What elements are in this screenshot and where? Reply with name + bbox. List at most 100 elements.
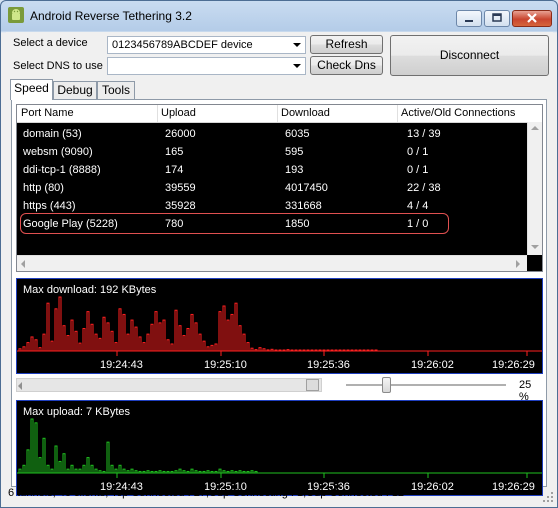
upload-bar <box>46 464 50 474</box>
download-bar <box>122 313 126 352</box>
column-divider[interactable] <box>397 105 398 122</box>
download-bar <box>298 349 302 352</box>
minimize-button[interactable] <box>456 10 482 27</box>
maximize-icon <box>492 13 502 22</box>
tab-speed[interactable]: Speed <box>10 79 53 100</box>
upload-time-label: 19:26:29 <box>492 481 535 493</box>
column-header-connections[interactable]: Active/Old Connections <box>401 107 515 119</box>
maximize-button[interactable] <box>484 10 510 27</box>
download-bar <box>322 349 326 352</box>
upload-bar <box>234 470 238 474</box>
column-divider[interactable] <box>277 105 278 122</box>
download-bar <box>162 319 166 352</box>
table-cell: 4 / 4 <box>407 200 429 212</box>
upload-bar <box>206 470 210 474</box>
tab-debug[interactable]: Debug <box>53 81 97 99</box>
upload-time-label: 19:26:02 <box>411 481 454 493</box>
table-row[interactable]: http (80) 39559 4017450 22 / 38 <box>17 180 527 198</box>
download-time-label: 19:24:43 <box>100 359 143 371</box>
upload-bar <box>102 470 106 474</box>
zoom-slider-track[interactable] <box>346 384 506 386</box>
vertical-scrollbar[interactable] <box>527 122 542 255</box>
disconnect-button[interactable]: Disconnect <box>390 35 549 76</box>
download-bar <box>102 316 106 352</box>
download-bar <box>230 313 234 352</box>
download-bar <box>138 336 142 352</box>
upload-bar <box>130 468 134 474</box>
upload-bar <box>218 468 222 474</box>
close-button[interactable] <box>512 10 552 27</box>
column-header-download[interactable]: Download <box>281 107 330 119</box>
download-bar <box>18 348 22 352</box>
scroll-down-icon[interactable] <box>531 245 539 249</box>
upload-bar <box>226 470 230 474</box>
upload-bar <box>34 422 38 474</box>
table-row[interactable]: websm (9090) 165 595 0 / 1 <box>17 144 527 162</box>
upload-bar <box>38 457 42 474</box>
scroll-left-icon[interactable] <box>18 382 22 390</box>
chart-scrollbar[interactable] <box>16 378 322 392</box>
download-bar <box>118 308 122 352</box>
scroll-left-icon[interactable] <box>21 260 25 268</box>
zoom-slider-thumb[interactable] <box>382 377 391 393</box>
download-bar <box>286 349 290 352</box>
download-bar <box>82 328 86 352</box>
table-cell: 165 <box>165 146 184 158</box>
scroll-up-icon[interactable] <box>531 126 539 130</box>
chart-scrollbar-thumb[interactable] <box>306 379 319 391</box>
download-bar <box>94 333 98 352</box>
column-divider[interactable] <box>157 105 158 122</box>
download-bar <box>238 325 242 352</box>
download-bar <box>318 349 322 352</box>
scroll-right-icon[interactable] <box>516 260 520 268</box>
download-bar <box>54 308 58 352</box>
download-bar <box>30 336 34 352</box>
upload-bar <box>170 470 174 474</box>
download-bar <box>282 349 286 352</box>
download-bar <box>374 349 378 352</box>
download-bar <box>254 349 258 352</box>
download-bar <box>226 319 230 352</box>
title-bar[interactable]: Android Reverse Tethering 3.2 <box>1 1 557 31</box>
check-dns-button[interactable]: Check Dns <box>310 56 383 75</box>
horizontal-scrollbar[interactable] <box>17 255 527 271</box>
zoom-row: 25 % <box>16 375 543 403</box>
upload-bar <box>86 457 90 474</box>
download-bar <box>262 348 266 352</box>
upload-bar <box>150 470 154 474</box>
dns-select[interactable] <box>107 57 306 75</box>
column-header-port-name[interactable]: Port Name <box>21 107 74 119</box>
download-bar <box>154 311 158 352</box>
download-bar <box>70 319 74 352</box>
upload-bar <box>202 470 206 474</box>
upload-bar <box>178 468 182 474</box>
download-bar <box>362 349 366 352</box>
speed-panel: Port Name Upload Download Active/Old Con… <box>11 99 547 496</box>
upload-bar <box>142 470 146 474</box>
download-bar <box>190 313 194 352</box>
table-row[interactable]: domain (53) 26000 6035 13 / 39 <box>17 126 527 144</box>
upload-chart-plot <box>17 418 542 478</box>
table-cell: https (443) <box>23 200 76 212</box>
upload-bar <box>194 470 198 474</box>
download-bar <box>222 305 226 352</box>
upload-bar <box>138 470 142 474</box>
refresh-button[interactable]: Refresh <box>310 35 383 54</box>
tab-tools[interactable]: Tools <box>97 81 135 99</box>
device-select[interactable]: 0123456789ABCDEF device <box>107 36 306 54</box>
table-cell: 595 <box>285 146 304 158</box>
table-cell: 193 <box>285 164 304 176</box>
download-bar <box>346 349 350 352</box>
download-bar <box>218 311 222 352</box>
download-bar <box>198 333 202 352</box>
table-row[interactable]: ddi-tcp-1 (8888) 174 193 0 / 1 <box>17 162 527 180</box>
download-bar <box>34 339 38 352</box>
upload-bar <box>22 464 26 474</box>
download-bar <box>278 349 282 352</box>
column-header-upload[interactable]: Upload <box>161 107 196 119</box>
upload-bar <box>210 470 214 474</box>
download-bar <box>26 342 30 352</box>
resize-grip-icon[interactable] <box>542 491 554 503</box>
download-bar <box>174 309 178 352</box>
upload-bar <box>118 464 122 474</box>
